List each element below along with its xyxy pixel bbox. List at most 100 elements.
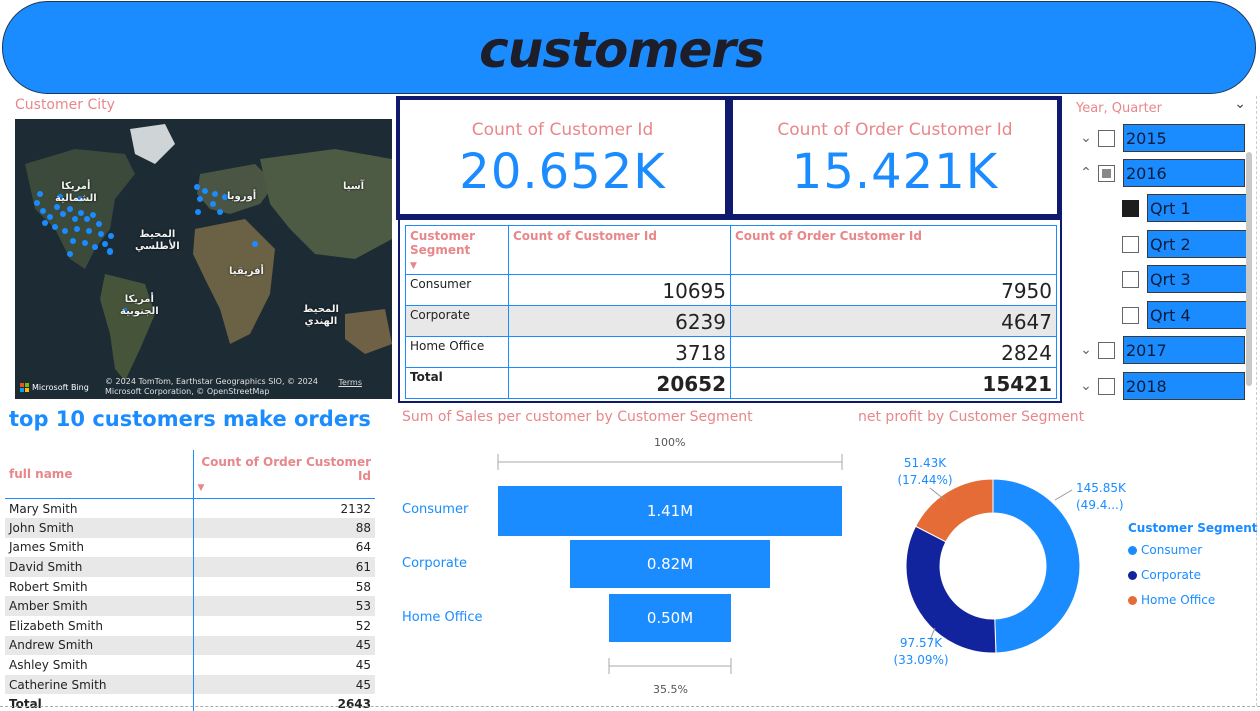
name-cell: Andrew Smith — [5, 635, 193, 656]
slicer-item-2018[interactable]: ⌄ 2018 — [1074, 372, 1245, 400]
slicer-item-qrt4[interactable]: Qrt 4 — [1122, 301, 1249, 329]
checkbox[interactable] — [1098, 341, 1115, 359]
segment-cell: Consumer — [405, 274, 509, 306]
checkbox-partial[interactable] — [1098, 164, 1115, 182]
donut-label-corporate: 97.57K (33.09%) — [893, 636, 949, 667]
checkbox[interactable] — [1122, 306, 1139, 324]
column-header[interactable]: Count of Customer Id — [508, 225, 731, 275]
value-cell: 3718 — [508, 336, 731, 368]
table-row[interactable]: James Smith 64 — [5, 537, 375, 558]
table-row[interactable]: Home Office 3718 2824 — [405, 336, 1057, 368]
name-cell: David Smith — [5, 557, 193, 577]
donut-slice[interactable] — [992, 478, 1081, 654]
donut-slice[interactable] — [905, 525, 997, 654]
table-row[interactable]: Mary Smith 2132 — [5, 498, 375, 519]
slicer-item-2015[interactable]: ⌄ 2015 — [1074, 124, 1245, 152]
slicer-item-2016[interactable]: ⌃ 2016 — [1074, 159, 1245, 187]
donut-label-home-office: 51.43K (17.44%) — [897, 456, 953, 487]
legend-dot-icon — [1128, 570, 1137, 580]
total-label: Total — [405, 367, 509, 399]
chevron-down-icon[interactable]: ⌄ — [1074, 378, 1098, 394]
map-label-europe: أوروبا — [227, 191, 257, 202]
kpi-card-customer-count[interactable]: Count of Customer Id 20.652K — [400, 100, 725, 214]
total-value: 20652 — [508, 367, 731, 399]
column-header[interactable]: Count of Order Customer Id — [730, 225, 1057, 275]
kpi-frame: Count of Customer Id 20.652K Count of Or… — [396, 96, 1062, 220]
table-row[interactable]: Ashley Smith 45 — [5, 655, 375, 675]
kpi-value: 20.652K — [459, 144, 666, 200]
table-row[interactable]: John Smith 88 — [5, 518, 375, 538]
funnel-chart-title: Sum of Sales per customer by Customer Se… — [402, 409, 753, 425]
map-label-south-america: أمريكا الجنوبية — [120, 294, 159, 317]
name-cell: Ashley Smith — [9, 658, 88, 673]
value-cell: 4647 — [730, 305, 1057, 337]
column-header[interactable]: Count of Order Customer Id ▼ — [192, 450, 375, 499]
chevron-down-icon[interactable]: ⌄ — [1074, 342, 1098, 358]
slicer-item-qrt1[interactable]: Qrt 1 — [1122, 194, 1249, 222]
slicer-item-qrt3[interactable]: Qrt 3 — [1122, 265, 1249, 293]
table-row[interactable]: David Smith 61 — [5, 557, 375, 577]
value-cell: 7950 — [730, 274, 1057, 306]
checkbox[interactable] — [1098, 377, 1115, 395]
name-cell: Mary Smith — [9, 501, 78, 516]
slicer-item-qrt2[interactable]: Qrt 2 — [1122, 230, 1249, 258]
checkbox[interactable] — [1122, 235, 1139, 253]
slicer-scrollbar[interactable] — [1246, 152, 1252, 386]
slicer-item-label: 2015 — [1123, 124, 1245, 152]
funnel-category-label: Corporate — [402, 556, 467, 571]
funnel-bar[interactable]: 0.82M — [569, 540, 771, 588]
customer-city-map[interactable]: أمريكا الشمالية أوروبا آسيا المحيط الأطل… — [15, 119, 392, 399]
page-header: customers — [2, 1, 1256, 94]
checkbox[interactable] — [1122, 270, 1139, 288]
value-cell: 10695 — [508, 274, 731, 306]
value-cell: 6239 — [508, 305, 731, 337]
sort-desc-icon: ▼ — [410, 261, 417, 271]
segment-cell: Home Office — [405, 336, 509, 368]
table-row[interactable]: Catherine Smith 45 — [5, 674, 375, 695]
legend-dot-icon — [1128, 595, 1137, 605]
kpi-value: 15.421K — [791, 144, 999, 200]
map-terms-link[interactable]: Terms — [338, 378, 362, 387]
map-title: Customer City — [15, 97, 115, 113]
chevron-down-icon[interactable]: ⌄ — [1234, 96, 1246, 112]
table-row[interactable]: Consumer 10695 7950 — [405, 274, 1057, 306]
slicer-item-label: Qrt 1 — [1147, 194, 1249, 222]
table-row[interactable]: Elizabeth Smith 52 — [5, 616, 375, 636]
kpi-card-order-count[interactable]: Count of Order Customer Id 15.421K — [733, 100, 1057, 214]
funnel-bar[interactable]: 0.50M — [609, 594, 731, 642]
legend-label: Home Office — [1141, 593, 1216, 607]
name-cell: John Smith — [5, 518, 193, 538]
microsoft-logo-icon — [20, 383, 29, 392]
count-cell: 45 — [192, 674, 375, 695]
divider — [1256, 96, 1257, 706]
top-customers-table: full name Count of Order Customer Id ▼ Ma… — [5, 450, 375, 711]
table-row[interactable]: Andrew Smith 45 — [5, 635, 375, 656]
donut-chart-title: net profit by Customer Segment — [858, 409, 1085, 425]
table-row[interactable]: Robert Smith 58 — [5, 576, 375, 597]
legend-item-consumer[interactable]: Consumer — [1128, 543, 1202, 557]
table-row[interactable]: Amber Smith 53 — [5, 596, 375, 617]
chevron-down-icon[interactable]: ⌄ — [1074, 130, 1098, 146]
kpi-label: Count of Order Customer Id — [777, 120, 1013, 140]
funnel-bar[interactable]: 1.41M — [498, 486, 842, 536]
sales-funnel-chart: 100% 35.5% 1.41M Consumer 0.82M Corporate 0.… — [398, 430, 853, 705]
funnel-category-label: Consumer — [402, 502, 469, 517]
chevron-up-icon[interactable]: ⌃ — [1074, 165, 1098, 181]
segment-cell: Corporate — [405, 305, 509, 337]
slicer-item-label: Qrt 3 — [1147, 265, 1249, 293]
table-row[interactable]: Corporate 6239 4647 — [405, 305, 1057, 337]
legend-label: Corporate — [1141, 568, 1201, 582]
table-total-row: Total 20652 15421 — [405, 367, 1057, 399]
name-cell: Amber Smith — [5, 596, 193, 617]
checkbox[interactable] — [1098, 129, 1115, 147]
count-cell: 45 — [192, 635, 375, 656]
slicer-item-2017[interactable]: ⌄ 2017 — [1074, 336, 1245, 364]
year-quarter-slicer: Year, Quarter ⌄ ⌄ 2015 ⌃ 2016 Qrt 1 Qrt … — [1064, 96, 1256, 406]
count-cell: 61 — [192, 557, 375, 577]
legend-item-corporate[interactable]: Corporate — [1128, 568, 1201, 582]
column-header[interactable]: Customer Segment ▼ — [405, 225, 509, 275]
donut-leader-line — [929, 487, 946, 501]
column-header[interactable]: full name — [5, 450, 193, 499]
legend-item-home-office[interactable]: Home Office — [1128, 593, 1215, 607]
checkbox-checked[interactable] — [1122, 199, 1139, 217]
